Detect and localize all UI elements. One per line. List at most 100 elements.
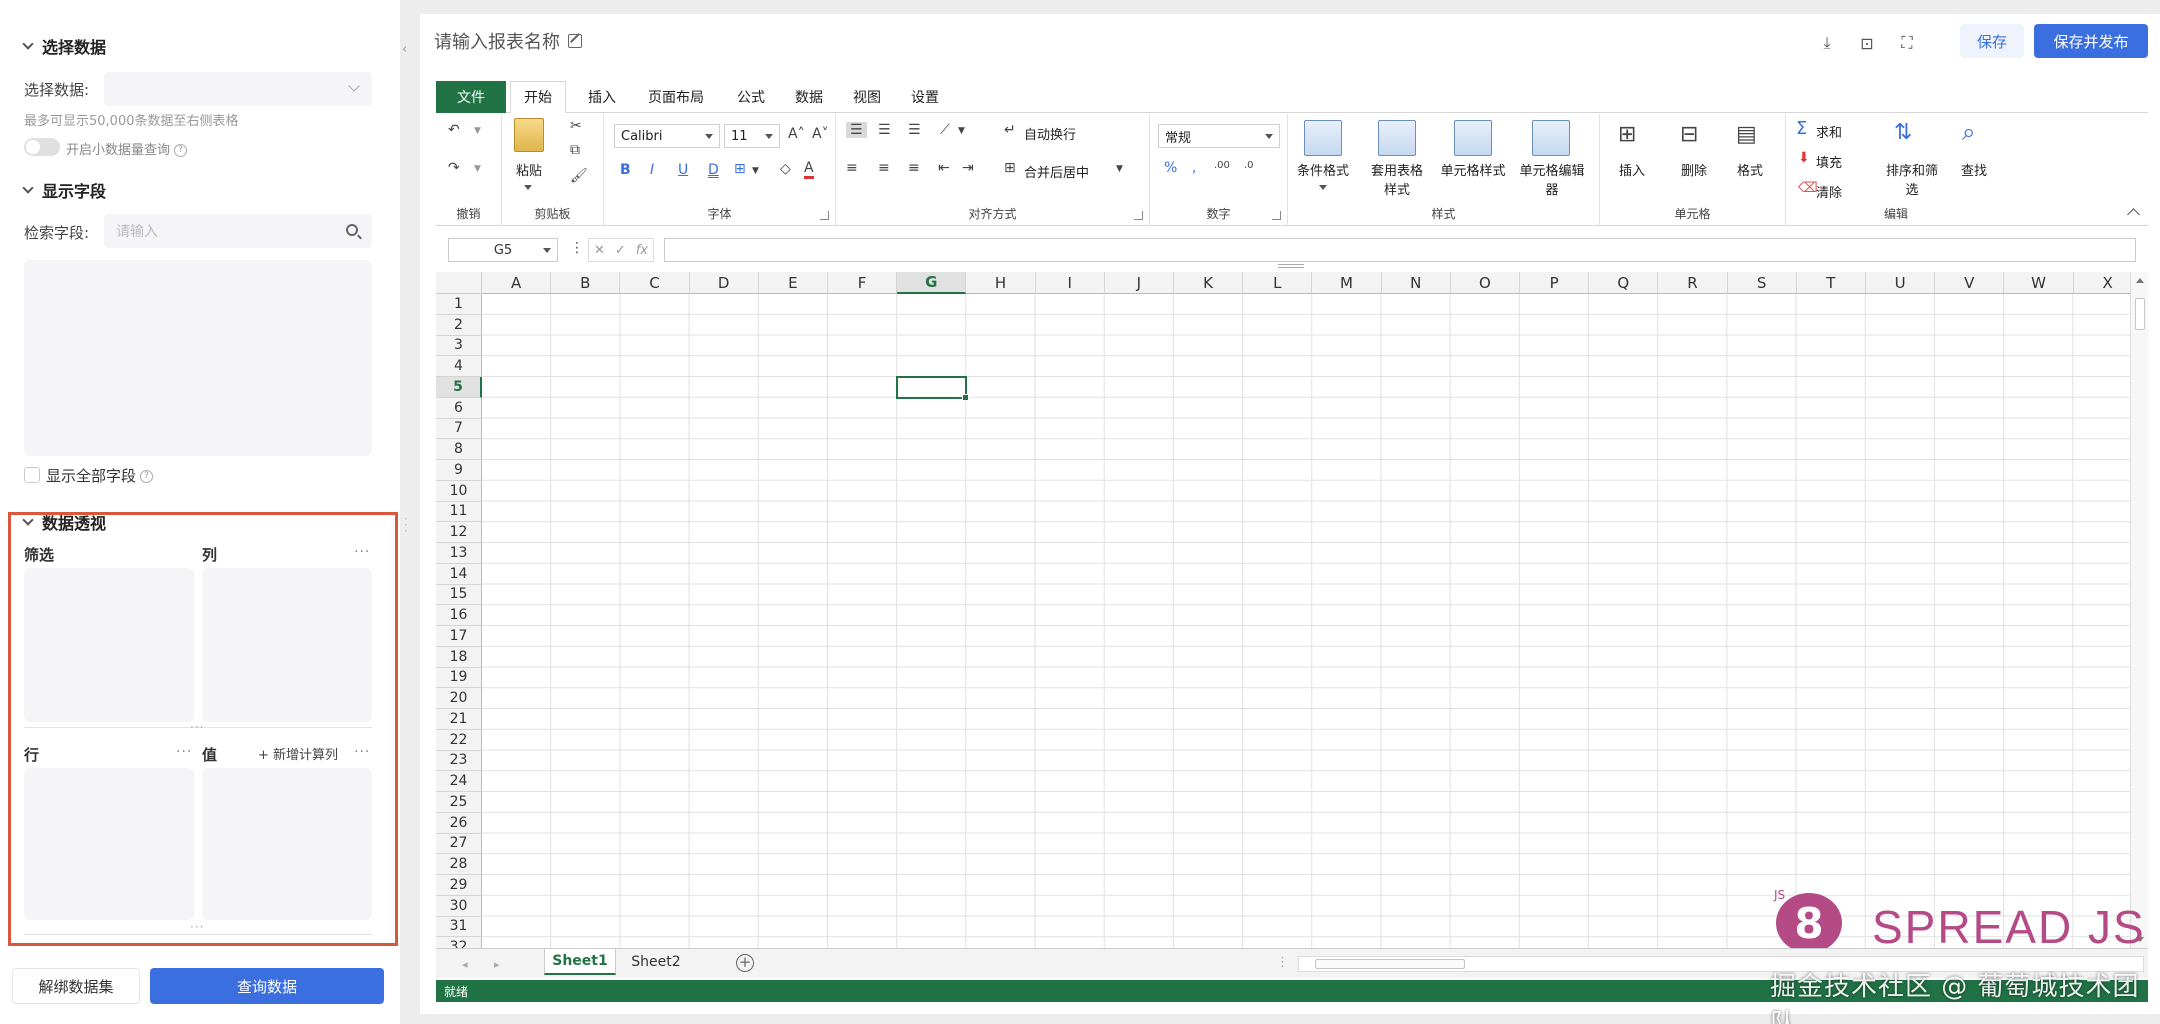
row-header[interactable]: 31 <box>436 916 482 938</box>
delete-cells-icon[interactable]: ⊟ <box>1680 122 1698 147</box>
format-cells-button[interactable]: 格式 <box>1726 160 1774 179</box>
scroll-thumb[interactable] <box>2135 298 2145 330</box>
column-header[interactable]: H <box>966 272 1036 294</box>
undo-icon[interactable]: ↶ <box>448 122 460 138</box>
cancel-icon[interactable]: ✕ <box>594 243 605 258</box>
chevron-down-icon[interactable]: ▼ <box>474 126 481 136</box>
column-header[interactable]: S <box>1727 272 1797 294</box>
table-style-icon[interactable] <box>1378 120 1416 156</box>
insert-cells-icon[interactable]: ⊞ <box>1618 122 1636 147</box>
scroll-thumb[interactable] <box>1315 959 1465 969</box>
pivot-column-dropzone[interactable] <box>202 568 372 722</box>
select-all-corner[interactable] <box>436 272 482 294</box>
align-top-icon[interactable]: ☰ <box>846 122 867 138</box>
conditional-format-icon[interactable] <box>1304 120 1342 156</box>
resize-handle[interactable]: ··· <box>190 920 204 934</box>
row-header[interactable]: 1 <box>436 294 482 315</box>
row-header[interactable]: 16 <box>436 605 482 626</box>
row-header[interactable]: 3 <box>436 335 482 357</box>
align-center-icon[interactable]: ≡ <box>878 160 890 176</box>
field-search-input[interactable] <box>104 223 324 239</box>
help-icon[interactable]: ? <box>140 470 154 483</box>
row-header[interactable]: 32 <box>436 937 482 948</box>
row-header[interactable]: 25 <box>436 792 482 813</box>
field-list[interactable] <box>24 260 372 456</box>
align-left-icon[interactable]: ≡ <box>846 160 858 176</box>
row-header[interactable]: 29 <box>436 875 482 896</box>
font-name-select[interactable]: Calibri <box>614 124 720 148</box>
wrap-text-button[interactable]: 自动换行 <box>1024 124 1076 143</box>
paste-dropdown[interactable] <box>518 180 538 195</box>
border-icon[interactable]: ⊞ <box>734 161 746 177</box>
cell-style-icon[interactable] <box>1454 120 1492 156</box>
vertical-scrollbar[interactable] <box>2130 272 2148 948</box>
row-header[interactable]: 30 <box>436 895 482 917</box>
column-header[interactable]: W <box>2004 272 2074 294</box>
name-box[interactable]: G5 <box>448 238 558 262</box>
tab-view[interactable]: 视图 <box>840 81 894 113</box>
increase-decimal-icon[interactable]: .00 <box>1214 160 1230 171</box>
fill-button[interactable]: 填充 <box>1816 152 1842 171</box>
italic-icon[interactable]: I <box>650 162 654 178</box>
wrap-text-icon[interactable]: ↵ <box>1004 122 1016 138</box>
drag-grip-icon[interactable]: · · · <box>404 513 408 537</box>
active-cell[interactable] <box>896 376 970 401</box>
row-header[interactable]: 26 <box>436 812 482 834</box>
spreadsheet-grid[interactable]: ABCDEFGHIJKLMNOPQRSTUVWX 1 2 3 4 5 6 7 8 9 10 11 12… <box>436 272 2148 948</box>
add-sheet-icon[interactable]: + <box>736 954 754 972</box>
eraser-icon[interactable]: ⌫ <box>1798 180 1818 196</box>
column-header[interactable]: E <box>758 272 828 294</box>
row-header[interactable]: 15 <box>436 584 482 606</box>
small-data-toggle[interactable] <box>24 138 60 156</box>
collapse-left-icon[interactable]: ‹ <box>402 42 407 57</box>
double-underline-icon[interactable]: D <box>708 162 719 178</box>
row-header[interactable]: 13 <box>436 543 482 564</box>
sort-filter-button[interactable]: 排序和筛选 <box>1882 160 1942 198</box>
tab-page-layout[interactable]: 页面布局 <box>632 81 720 113</box>
paste-icon[interactable] <box>514 118 544 152</box>
row-header[interactable]: 12 <box>436 522 482 543</box>
column-header[interactable]: L <box>1243 272 1313 294</box>
tab-data[interactable]: 数据 <box>782 81 836 113</box>
row-header[interactable]: 22 <box>436 729 482 751</box>
formula-input[interactable] <box>664 238 2136 262</box>
row-header[interactable]: 27 <box>436 833 482 855</box>
row-header[interactable]: 10 <box>436 480 482 502</box>
tab-splitter-icon[interactable]: ⋮ <box>1276 955 1289 970</box>
row-header[interactable]: 5 <box>436 377 482 398</box>
scroll-up-icon[interactable] <box>2136 278 2144 283</box>
help-icon[interactable]: ? <box>174 144 188 157</box>
cell-editor-button[interactable]: 单元格编辑器 <box>1516 160 1588 198</box>
column-header[interactable]: K <box>1174 272 1244 294</box>
sum-icon[interactable]: Σ <box>1796 118 1807 139</box>
table-style-button[interactable]: 套用表格样式 <box>1366 160 1428 198</box>
row-header[interactable]: 20 <box>436 688 482 709</box>
prev-sheet-icon[interactable]: ◂ <box>462 958 468 971</box>
fx-icon[interactable]: fx <box>636 243 648 258</box>
cut-icon[interactable]: ✂ <box>570 118 582 134</box>
panel-splitter[interactable]: ‹ · · · <box>400 14 412 1014</box>
display-fields-header[interactable]: 显示字段 <box>22 178 106 202</box>
next-sheet-icon[interactable]: ▸ <box>494 958 500 971</box>
search-icon[interactable] <box>346 224 358 236</box>
align-bottom-icon[interactable]: ☰ <box>908 122 921 138</box>
number-format-select[interactable]: 常规 <box>1158 124 1280 148</box>
column-header[interactable]: D <box>689 272 759 294</box>
delete-cells-button[interactable]: 删除 <box>1670 160 1718 179</box>
row-header[interactable]: 4 <box>436 356 482 377</box>
resize-handle[interactable]: ··· <box>190 720 204 734</box>
tab-formulas[interactable]: 公式 <box>724 81 778 113</box>
cell-area[interactable] <box>482 294 2130 948</box>
unbind-dataset-button[interactable]: 解绑数据集 <box>12 968 140 1004</box>
row-header[interactable]: 9 <box>436 460 482 481</box>
report-title[interactable]: 请输入报表名称 <box>434 28 582 54</box>
column-header[interactable]: T <box>1796 272 1866 294</box>
pivot-value-dropzone[interactable] <box>202 768 372 920</box>
row-header[interactable]: 18 <box>436 646 482 668</box>
column-header[interactable]: U <box>1866 272 1936 294</box>
decrease-font-icon[interactable]: A˅ <box>812 126 829 142</box>
pivot-filter-dropzone[interactable] <box>24 568 194 722</box>
row-header[interactable]: 24 <box>436 771 482 792</box>
row-header[interactable]: 11 <box>436 501 482 523</box>
column-header[interactable]: P <box>1520 272 1590 294</box>
